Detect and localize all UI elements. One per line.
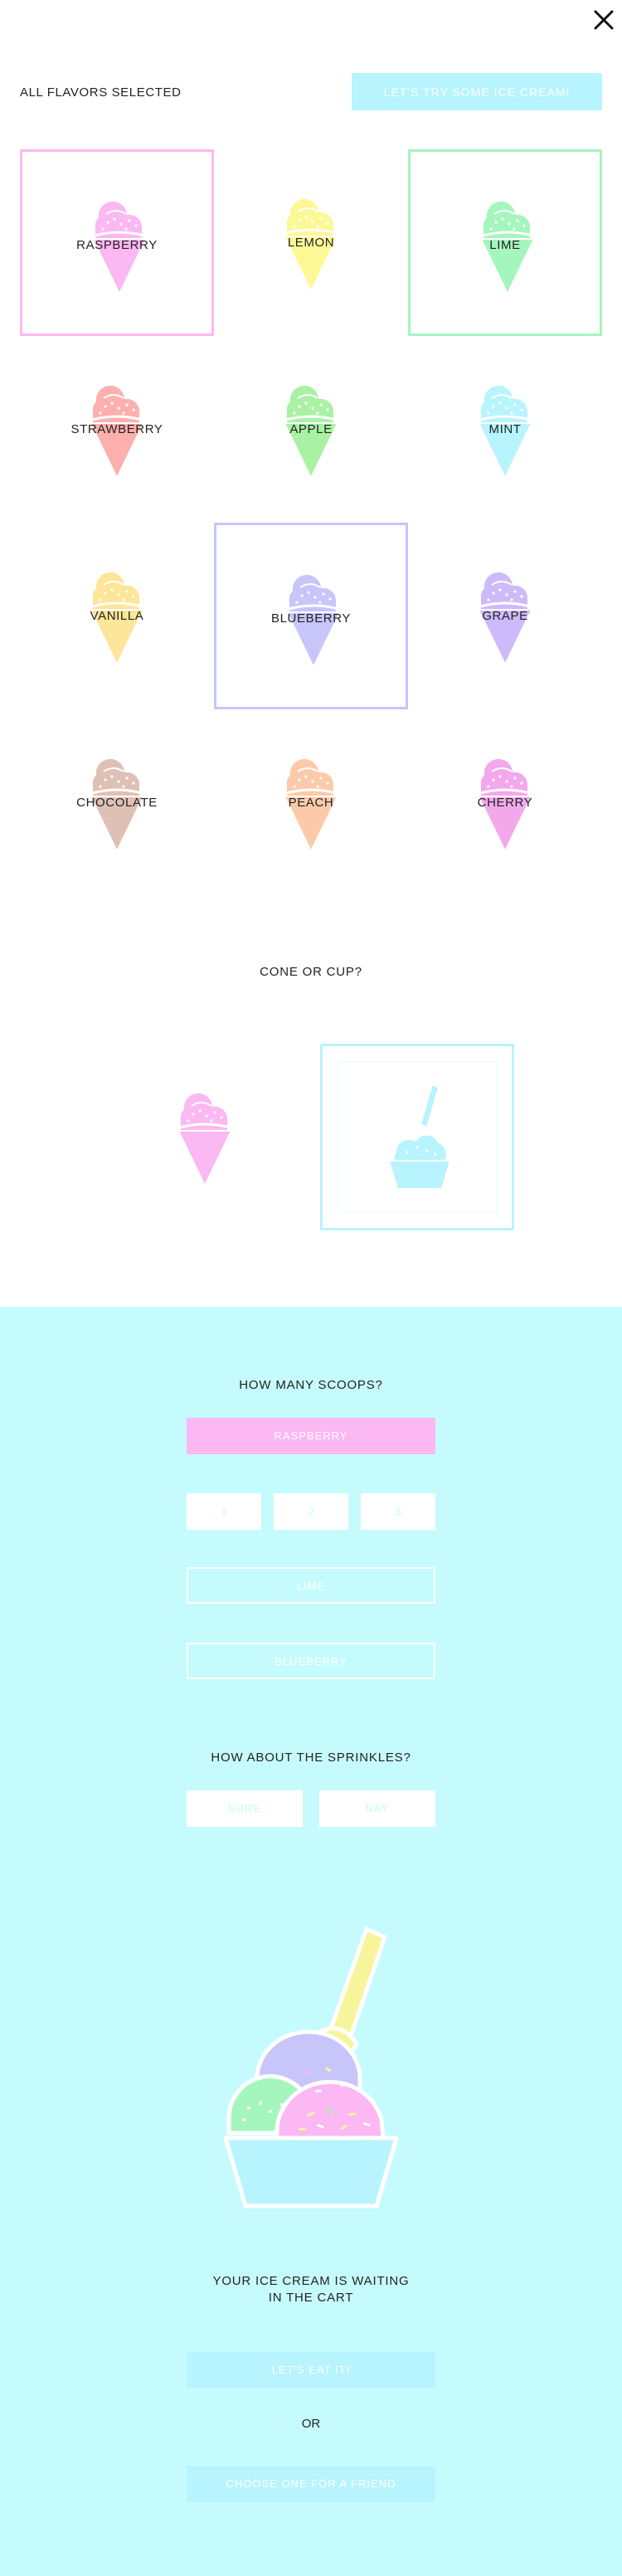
scoop-flavor-lime-button[interactable]: LIME: [187, 1567, 435, 1604]
cone-or-cup-question: CONE OR CUP?: [260, 965, 362, 979]
flavor-tile-strawberry[interactable]: STRAWBERRY: [20, 336, 214, 523]
flavor-tile-raspberry[interactable]: RASPBERRY: [20, 149, 214, 336]
scoop-flavor-blueberry-button[interactable]: BLUEBERRY: [187, 1643, 435, 1679]
flavor-tile-chocolate[interactable]: CHOCOLATE: [20, 709, 214, 896]
cup-icon: [387, 1083, 452, 1190]
flavor-tile-blueberry[interactable]: BLUEBERRY: [214, 523, 408, 709]
flavor-label: STRAWBERRY: [70, 422, 163, 436]
order-section: HOW MANY SCOOPS? RASPBERRY 1 2 3 LIME BL…: [0, 1307, 622, 2576]
flavor-label: BLUEBERRY: [271, 611, 351, 626]
flavor-label: LEMON: [287, 236, 335, 250]
sprinkles-no-button[interactable]: NAY: [319, 1790, 435, 1827]
sprinkles-yes-button[interactable]: SURE: [187, 1790, 303, 1827]
ice-cream-cup-illustration: [224, 1926, 398, 2208]
cup-option[interactable]: [320, 1044, 514, 1230]
flavor-tile-cherry[interactable]: CHERRY: [408, 709, 602, 896]
close-icon: [594, 10, 614, 30]
try-ice-cream-button[interactable]: LET'S TRY SOME ICE CREAM!: [352, 73, 602, 110]
flavor-label: PEACH: [288, 796, 334, 810]
flavor-label: MINT: [488, 422, 522, 436]
sprinkles-question: HOW ABOUT THE SPRINKLES?: [211, 1751, 411, 1765]
scoop-flavor-raspberry-button[interactable]: RASPBERRY: [187, 1418, 435, 1454]
eat-it-button[interactable]: LET'S EAT IT!: [187, 2352, 435, 2389]
flavor-tile-vanilla[interactable]: VANILLA: [20, 523, 214, 709]
cone-icon: [177, 1091, 233, 1188]
flavor-label: APPLE: [289, 422, 333, 436]
flavor-tile-apple[interactable]: APPLE: [214, 336, 408, 523]
cart-message-line-2: IN THE CART: [268, 2291, 354, 2305]
cart-message-line-1: YOUR ICE CREAM IS WAITING: [212, 2274, 410, 2288]
scoop-count-3-button[interactable]: 3: [361, 1493, 435, 1530]
close-button[interactable]: [590, 7, 617, 33]
flavor-grid: RASPBERRY LEMON LIME STRAWBERRY APPLE MINT VAN…: [20, 149, 602, 896]
flavor-tile-mint[interactable]: MINT: [408, 336, 602, 523]
or-divider-text: OR: [301, 2417, 321, 2431]
flavor-label: RASPBERRY: [76, 238, 158, 252]
flavor-label: LIME: [489, 238, 521, 252]
flavor-label: GRAPE: [482, 609, 528, 623]
flavor-tile-peach[interactable]: PEACH: [214, 709, 408, 896]
flavor-tile-grape[interactable]: GRAPE: [408, 523, 602, 709]
flavor-tile-lemon[interactable]: LEMON: [214, 149, 408, 336]
scoops-question: HOW MANY SCOOPS?: [239, 1378, 383, 1392]
flavor-tile-lime[interactable]: LIME: [408, 149, 602, 336]
flavor-label: CHERRY: [477, 796, 533, 810]
choose-for-friend-button[interactable]: CHOOSE ONE FOR A FRIEND: [187, 2466, 435, 2502]
scoop-count-1-button[interactable]: 1: [187, 1493, 261, 1530]
scoop-count-2-button[interactable]: 2: [274, 1493, 348, 1530]
cone-option[interactable]: [108, 1044, 302, 1230]
cart-waiting-message: YOUR ICE CREAM IS WAITING IN THE CART: [0, 2273, 622, 2306]
flavors-status-label: ALL FLAVORS SELECTED: [20, 85, 182, 100]
flavor-label: CHOCOLATE: [76, 796, 158, 810]
header-bar: ALL FLAVORS SELECTED LET'S TRY SOME ICE …: [0, 73, 622, 114]
flavor-label: VANILLA: [90, 609, 144, 623]
